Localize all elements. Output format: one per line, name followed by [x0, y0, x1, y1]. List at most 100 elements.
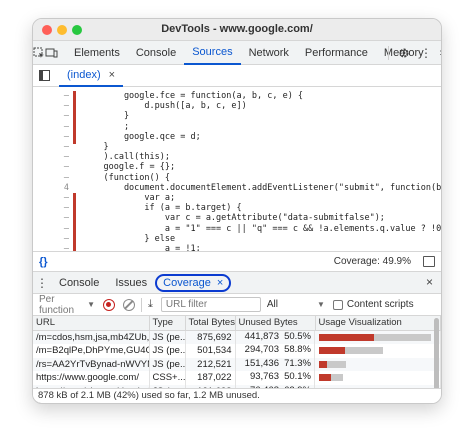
- line-number[interactable]: –: [55, 203, 69, 213]
- device-toolbar-icon[interactable]: [45, 42, 58, 64]
- line-number[interactable]: –: [55, 193, 69, 203]
- line-number[interactable]: –: [55, 142, 69, 152]
- scrollbar[interactable]: [434, 318, 439, 396]
- code-text: } else: [83, 233, 176, 244]
- url-filter-input[interactable]: URL filter: [160, 297, 261, 312]
- usage-bar: [319, 374, 343, 381]
- line-number[interactable]: –: [55, 213, 69, 223]
- usage-bar-used: [319, 374, 331, 381]
- line-number[interactable]: –: [55, 224, 69, 234]
- code-text: }: [83, 111, 130, 122]
- code-text: google.f = {};: [83, 162, 176, 173]
- editor-status-bar: {} Coverage: 49.9%: [33, 252, 441, 272]
- table-row[interactable]: /m=cdos,hsm,jsa,mb4ZUb,d, JS (pe... 875,69…: [33, 330, 441, 344]
- cell-usage-visualization: [315, 344, 441, 358]
- usage-bar-used: [319, 333, 375, 341]
- chevron-down-icon: ▼: [87, 300, 95, 309]
- code-text: google.fce = function(a, b, c, e) {: [83, 91, 304, 101]
- drawer-tab-coverage[interactable]: Coverage ×: [155, 273, 232, 292]
- usage-bar-unused: [345, 347, 384, 354]
- code-text: a = "1" === c || "q" === c && !a.element…: [83, 223, 441, 234]
- file-tab-index[interactable]: (index) ×: [59, 65, 124, 87]
- type-filter-label: All: [266, 299, 278, 310]
- inspect-element-icon[interactable]: [33, 42, 45, 64]
- tab-sources[interactable]: Sources: [184, 41, 241, 65]
- toggle-navigator-icon[interactable]: [33, 65, 55, 87]
- line-number[interactable]: –: [55, 162, 69, 172]
- unused-bytes-value: 151,436: [244, 357, 279, 369]
- drawer-tab-console[interactable]: Console: [51, 272, 107, 294]
- cell-unused-bytes: 151,436 71.3%: [235, 357, 315, 371]
- usage-bar-unused: [330, 374, 343, 381]
- code-text: document.documentElement.addEventListene…: [83, 182, 441, 193]
- cell-url: /m=B2qlPe,DhPYme,GU4Gal: [33, 344, 150, 358]
- unused-percent-value: 50.1%: [284, 371, 311, 382]
- line-number[interactable]: –: [55, 111, 69, 121]
- cell-total-bytes: 187,022: [185, 371, 236, 385]
- gear-icon[interactable]: [393, 42, 415, 64]
- cell-type: JS (pe...: [149, 357, 186, 371]
- cell-unused-bytes: 93,763 50.1%: [236, 371, 315, 385]
- cell-unused-bytes: 294,703 58.8%: [236, 344, 315, 358]
- cell-total-bytes: 501,534: [185, 344, 236, 358]
- cell-type: JS (pe...: [149, 330, 186, 344]
- cell-usage-visualization: [315, 330, 441, 344]
- usage-bar: [319, 347, 384, 354]
- content-scripts-checkbox[interactable]: [332, 299, 343, 310]
- close-drawer-icon[interactable]: ×: [426, 275, 433, 289]
- column-header-total-bytes[interactable]: Total Bytes: [185, 316, 236, 331]
- content-scripts-label: Content scripts: [346, 299, 414, 310]
- code-text: }: [83, 142, 109, 152]
- code-text: ).call(this);: [83, 152, 170, 163]
- line-number[interactable]: –: [55, 152, 69, 162]
- column-header-unused-bytes[interactable]: Unused Bytes: [235, 316, 316, 331]
- coverage-toolbar: Per function ▼ ⤓ URL filter All ▼ Conten…: [33, 294, 441, 316]
- table-row[interactable]: /rs=AA2YrTvBynad-nWVYMb JS (pe... 212,521 1…: [33, 357, 441, 371]
- drawer-tab-issues[interactable]: Issues: [107, 272, 155, 294]
- line-number[interactable]: –: [55, 244, 69, 251]
- per-function-select[interactable]: Per function ▼: [33, 294, 95, 316]
- column-header-usage-visualization[interactable]: Usage Visualization: [315, 316, 441, 331]
- coverage-toggle-icon[interactable]: [423, 256, 435, 267]
- close-icon[interactable]: ×: [109, 69, 115, 81]
- record-icon[interactable]: [103, 298, 115, 311]
- kebab-menu-icon[interactable]: ⋮: [415, 42, 437, 64]
- file-tab-label: (index): [67, 68, 101, 81]
- column-header-type[interactable]: Type: [149, 316, 186, 331]
- pretty-print-button[interactable]: {}: [39, 256, 48, 268]
- download-icon[interactable]: ⤓: [148, 298, 153, 311]
- line-number[interactable]: 4: [55, 183, 69, 193]
- line-number[interactable]: –: [55, 173, 69, 183]
- column-header-url[interactable]: URL: [33, 316, 150, 331]
- table-row[interactable]: /m=B2qlPe,DhPYme,GU4Gal JS (pe... 501,534 2…: [33, 344, 441, 358]
- code-editor[interactable]: – google.fce = function(a, b, c, e) { – d…: [33, 87, 441, 252]
- drawer-menu-icon[interactable]: ⋮: [33, 276, 51, 290]
- unused-percent-value: 50.5%: [284, 330, 311, 342]
- code-text: var a;: [83, 193, 176, 203]
- cell-url: /m=cdos,hsm,jsa,mb4ZUb,d,: [33, 330, 150, 344]
- tab-elements[interactable]: Elements: [66, 41, 128, 65]
- coverage-percentage: Coverage: 49.9%: [333, 256, 411, 267]
- usage-bar: [319, 333, 431, 341]
- line-number[interactable]: –: [55, 234, 69, 244]
- usage-bar-unused: [374, 333, 431, 341]
- tab-network[interactable]: Network: [241, 41, 297, 65]
- line-number[interactable]: –: [55, 122, 69, 132]
- cell-url: https://www.google.com/: [33, 371, 150, 385]
- code-text: google.qce = d;: [83, 131, 201, 142]
- clear-icon[interactable]: [123, 298, 135, 311]
- code-text: a = !1;: [83, 244, 201, 252]
- per-function-label: Per function: [39, 293, 75, 316]
- table-row[interactable]: https://www.google.com/CSS+... 187,022 93,…: [33, 371, 441, 385]
- cell-type: JS (pe...: [149, 344, 186, 358]
- usage-bar-used: [319, 360, 327, 368]
- tab-console[interactable]: Console: [128, 41, 184, 65]
- line-number[interactable]: –: [55, 132, 69, 142]
- line-number[interactable]: –: [55, 91, 69, 101]
- close-icon[interactable]: ×: [217, 277, 223, 289]
- tab-performance[interactable]: Performance: [297, 41, 376, 65]
- line-number[interactable]: –: [55, 101, 69, 111]
- cell-usage-visualization: [315, 371, 441, 385]
- code-text: if (a = b.target) {: [83, 203, 242, 214]
- type-filter-select[interactable]: All ▼: [267, 299, 325, 310]
